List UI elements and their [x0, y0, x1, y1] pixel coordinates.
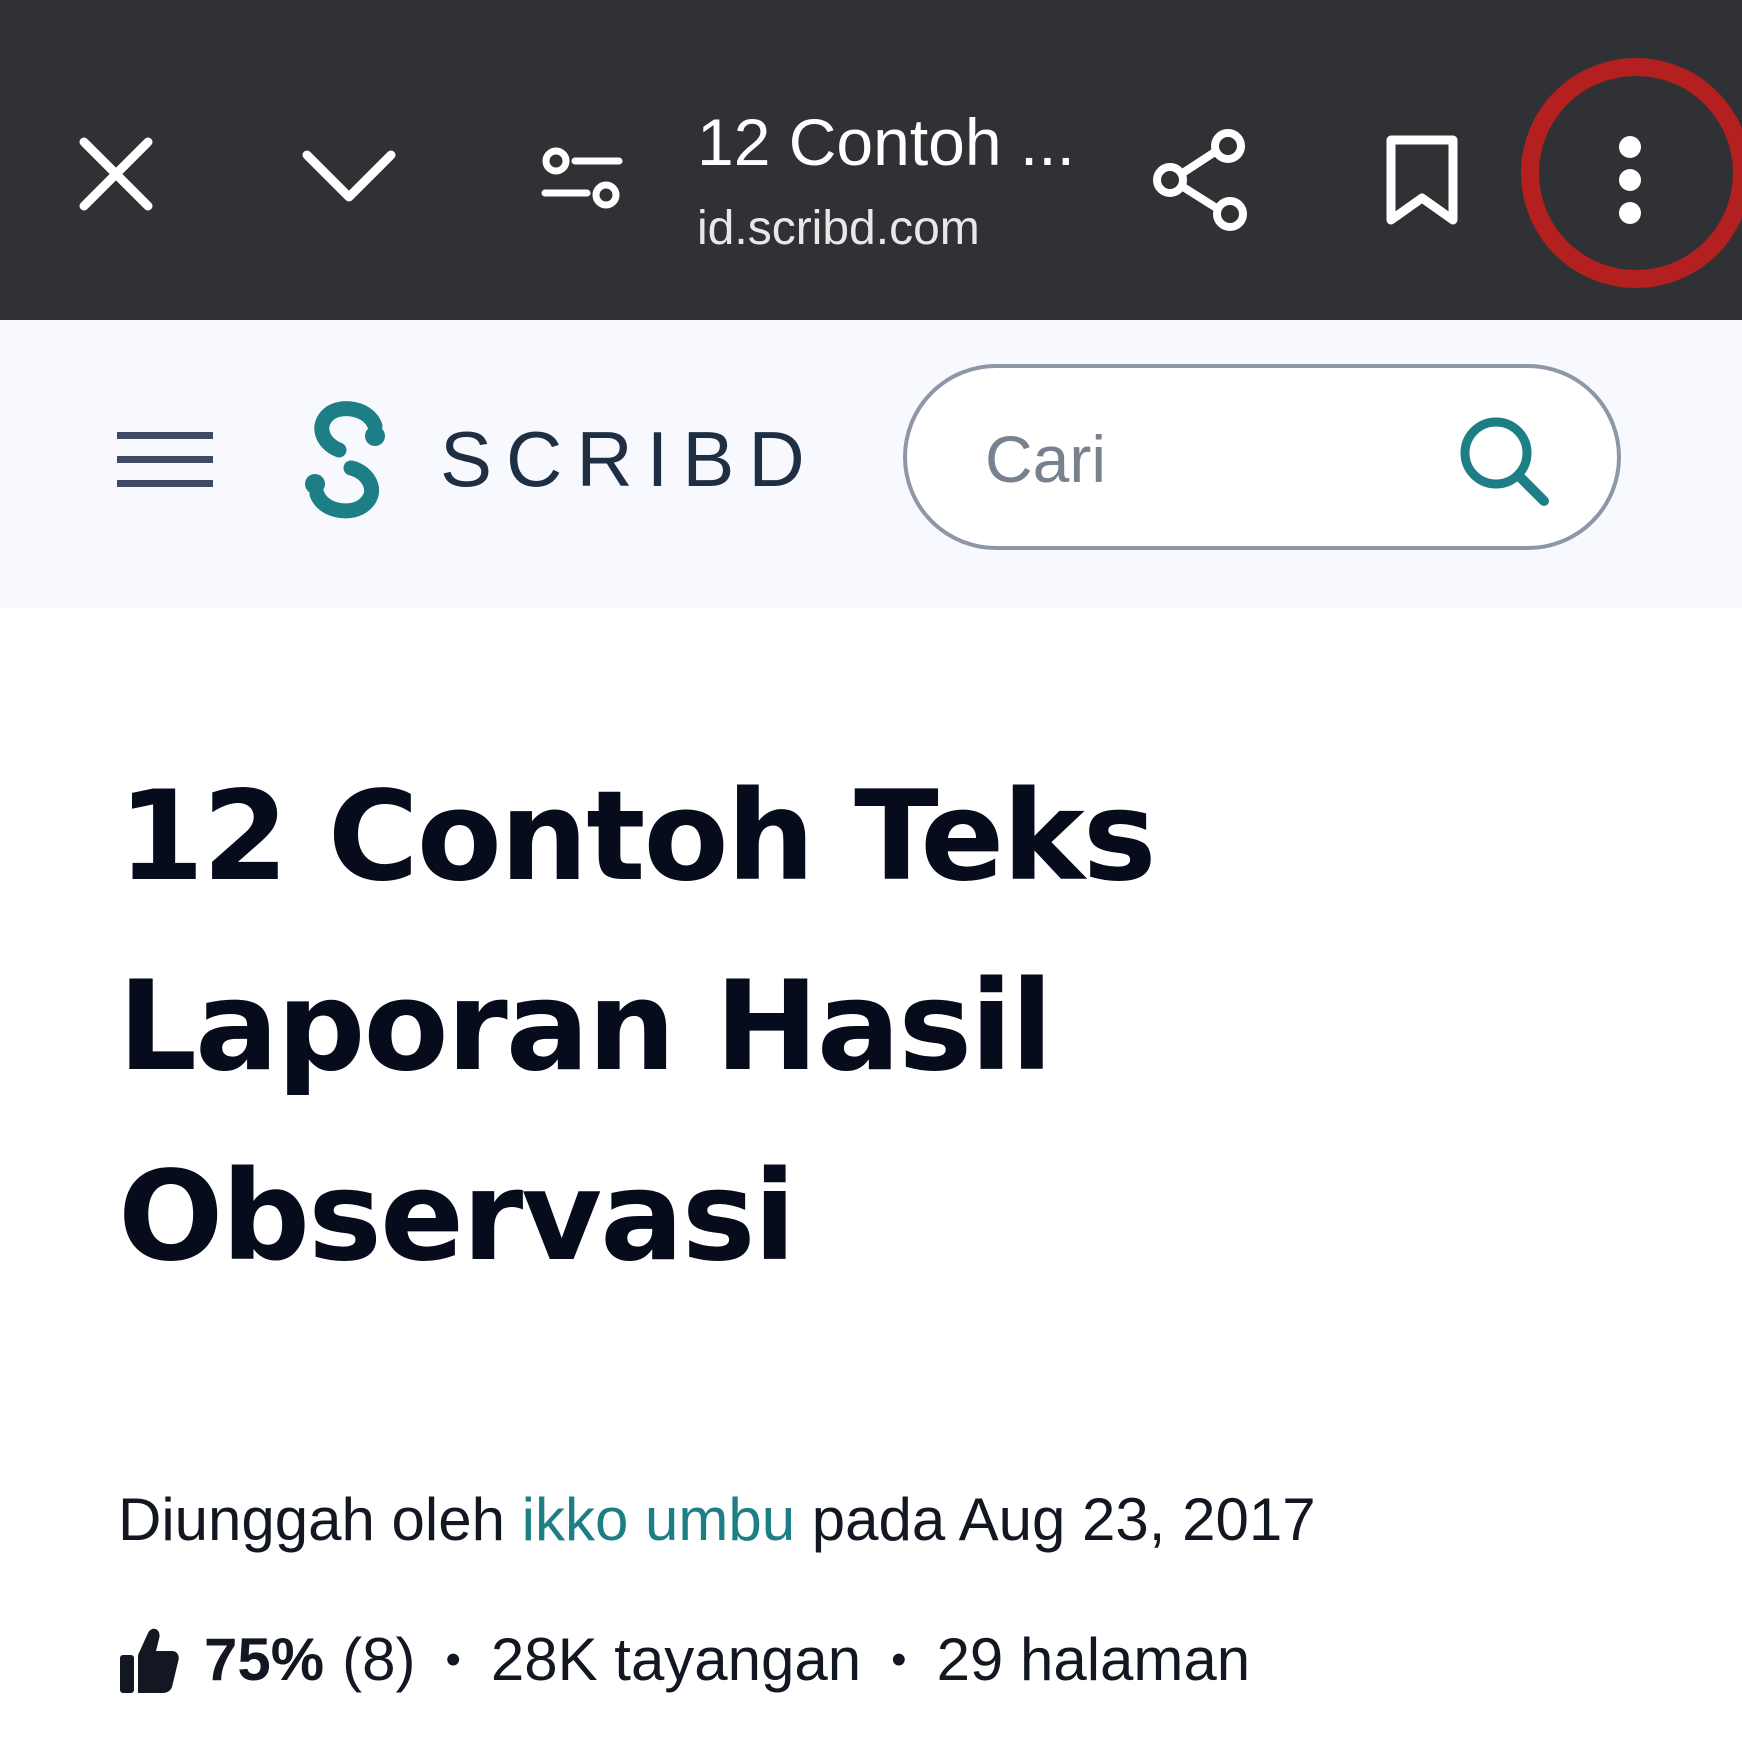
tab-title: 12 Contoh ...: [697, 105, 1075, 179]
search-box: [903, 364, 1621, 550]
close-icon: [79, 137, 153, 211]
upload-info: Diunggah oleh ikko umbu pada Aug 23, 201…: [118, 1480, 1316, 1560]
thumbs-up-icon: [120, 1628, 179, 1693]
author-link[interactable]: ikko umbu: [522, 1486, 795, 1553]
share-icon: [1153, 129, 1247, 231]
chevron-down-icon: [302, 150, 396, 202]
bookmark-button[interactable]: [1372, 130, 1472, 230]
share-button[interactable]: [1140, 120, 1260, 240]
document-stats: 75% (8) • 28K tayangan • 29 halaman: [118, 1620, 1250, 1700]
view-count: 28K tayangan: [490, 1626, 862, 1693]
scribd-logo-icon: [305, 401, 385, 519]
search-input[interactable]: [983, 412, 1437, 506]
bookmark-icon: [1386, 135, 1458, 225]
tune-icon: [541, 147, 623, 209]
like-button[interactable]: [118, 1624, 180, 1696]
search-button[interactable]: [1449, 406, 1559, 516]
page-settings-button[interactable]: [532, 140, 632, 220]
document-title: 12 Contoh Teks Laporan Hasil Observasi: [118, 765, 1157, 1289]
upload-prefix: Diunggah oleh: [118, 1486, 522, 1553]
hamburger-icon: [117, 432, 213, 487]
rating-count: (8): [342, 1626, 416, 1693]
menu-button[interactable]: [110, 420, 220, 500]
separator-dot: •: [891, 1635, 907, 1684]
separator-dot: •: [445, 1635, 461, 1684]
rating-percent: 75%: [204, 1626, 325, 1693]
tab-url: id.scribd.com: [697, 202, 980, 255]
page-count: 29 halaman: [936, 1626, 1251, 1693]
minimize-button[interactable]: [296, 130, 402, 220]
browser-toolbar: 12 Contoh ... id.scribd.com: [0, 0, 1742, 320]
more-options-button[interactable]: [1588, 120, 1672, 240]
more-vert-icon: [1619, 136, 1641, 224]
upload-date: pada Aug 23, 2017: [795, 1486, 1316, 1553]
search-icon: [1460, 417, 1549, 506]
scribd-logo[interactable]: [292, 398, 398, 522]
close-button[interactable]: [64, 122, 168, 226]
brand-wordmark: SCRIBD: [440, 415, 819, 503]
